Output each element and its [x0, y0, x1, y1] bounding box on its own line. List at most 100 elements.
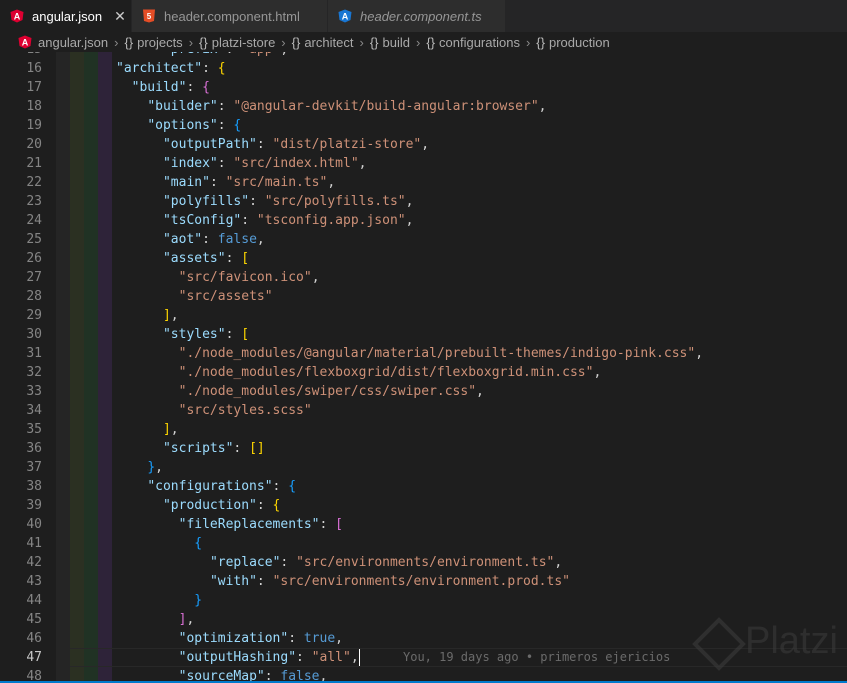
code-editor[interactable]: 15"prefix": "app",16"architect": {17"bui… [0, 52, 847, 681]
code-line[interactable]: 25 "aot": false, [0, 230, 847, 249]
code-line[interactable]: 39 "production": { [0, 496, 847, 515]
tab-header-component-html[interactable]: 5 header.component.html [132, 0, 328, 32]
line-number: 18 [26, 99, 42, 114]
code-line[interactable]: 43 "with": "src/environments/environment.… [0, 572, 847, 591]
tab-angular-json[interactable]: Aangular.json ✕ [0, 0, 132, 32]
code-line[interactable]: 40 "fileReplacements": [ [0, 515, 847, 534]
code-line[interactable]: 30 "styles": [ [0, 325, 847, 344]
line-number: 35 [26, 422, 42, 437]
breadcrumb-item-architect[interactable]: architect [304, 35, 353, 50]
code-token: ] [162, 308, 171, 323]
code-token: : [296, 650, 312, 665]
code-line[interactable]: 17 "build": { [0, 78, 847, 97]
code-text: "prefix": "app", [163, 52, 288, 59]
code-line[interactable]: 26 "assets": [ [0, 249, 847, 268]
code-line[interactable]: 38 "configurations": { [0, 477, 847, 496]
code-text: } [194, 591, 202, 610]
code-token: "assets" [162, 251, 226, 266]
code-token: "polyfills" [162, 194, 250, 209]
code-line[interactable]: 21 "index": "src/index.html", [0, 154, 847, 173]
code-token: "all" [311, 650, 351, 665]
code-token: "fileReplacements" [178, 517, 320, 532]
line-number: 47 [26, 650, 42, 665]
breadcrumb-file[interactable]: angular.json [38, 35, 108, 50]
code-line[interactable]: 42 "replace": "src/environments/environme… [0, 553, 847, 572]
code-text: "outputPath": "dist/platzi-store", [163, 135, 429, 154]
text-cursor [358, 649, 360, 666]
line-number: 48 [26, 669, 42, 681]
code-text: "build": { [132, 78, 210, 97]
code-line[interactable]: 23 "polyfills": "src/polyfills.ts", [0, 192, 847, 211]
chevron-right-icon: › [359, 34, 364, 50]
code-line[interactable]: 20 "outputPath": "dist/platzi-store", [0, 135, 847, 154]
code-token: "app" [241, 52, 280, 57]
code-token: : [202, 61, 218, 76]
code-line[interactable]: 31 "./node_modules/@angular/material/preb… [0, 344, 847, 363]
code-token: true [303, 631, 336, 646]
code-token: : [264, 669, 281, 681]
line-number: 25 [26, 232, 42, 247]
code-line[interactable]: 18 "builder": "@angular-devkit/build-angu… [0, 97, 847, 116]
breadcrumb-item-projects[interactable]: projects [137, 35, 183, 50]
svg-text:A: A [22, 38, 29, 48]
code-token: "tsconfig.app.json" [256, 213, 406, 228]
code-token: : [225, 251, 242, 266]
code-line[interactable]: 36 "scripts": [] [0, 439, 847, 458]
line-number: 32 [26, 365, 42, 380]
code-token: : [217, 118, 234, 133]
line-number: 45 [26, 612, 42, 627]
line-number: 38 [26, 479, 42, 494]
breadcrumb-item-configurations[interactable]: configurations [439, 35, 520, 50]
object-icon: {} [536, 34, 545, 50]
code-token: : [256, 498, 273, 513]
line-number: 46 [26, 631, 42, 646]
code-token: "./node_modules/swiper/css/swiper.css" [178, 384, 477, 399]
tab-label: header.component.ts [360, 8, 482, 24]
code-token: "index" [162, 156, 218, 171]
code-line[interactable]: 32 "./node_modules/flexboxgrid/dist/flexb… [0, 363, 847, 382]
breadcrumb-item-build[interactable]: build [383, 35, 410, 50]
code-token: "src/favicon.ico" [178, 270, 312, 285]
code-token: "prefix" [163, 52, 226, 57]
code-token: } [147, 460, 156, 475]
code-line[interactable]: 19 "options": { [0, 116, 847, 135]
line-number: 36 [26, 441, 42, 456]
close-icon[interactable]: ✕ [114, 8, 126, 25]
line-number: 29 [26, 308, 42, 323]
code-line[interactable]: 29], [0, 306, 847, 325]
code-text: "./node_modules/flexboxgrid/dist/flexbox… [179, 363, 602, 382]
breadcrumb-item-platzi-store[interactable]: platzi-store [212, 35, 276, 50]
code-line[interactable]: 24 "tsConfig": "tsconfig.app.json", [0, 211, 847, 230]
code-line[interactable]: 33 "./node_modules/swiper/css/swiper.css"… [0, 382, 847, 401]
line-number: 16 [26, 61, 42, 76]
code-token: "main" [162, 175, 210, 190]
line-number: 19 [26, 118, 42, 133]
tab-header-component-ts[interactable]: Aheader.component.ts [328, 0, 506, 32]
code-line[interactable]: 44} [0, 591, 847, 610]
code-text: ], [163, 420, 179, 439]
line-number: 37 [26, 460, 42, 475]
line-number: 23 [26, 194, 42, 209]
code-text: "./node_modules/@angular/material/prebui… [179, 344, 703, 363]
code-token: "dist/platzi-store" [272, 137, 422, 152]
code-text: "index": "src/index.html", [163, 154, 367, 173]
code-line[interactable]: 28 "src/assets" [0, 287, 847, 306]
chevron-right-icon: › [114, 34, 119, 50]
breadcrumb-item-production[interactable]: production [549, 35, 610, 50]
code-line[interactable]: 22 "main": "src/main.ts", [0, 173, 847, 192]
code-line[interactable]: 41 { [0, 534, 847, 553]
code-line[interactable]: 35], [0, 420, 847, 439]
chevron-right-icon: › [281, 34, 286, 50]
code-line[interactable]: 37}, [0, 458, 847, 477]
code-text: "main": "src/main.ts", [163, 173, 335, 192]
platzi-watermark: Platzi [745, 620, 838, 662]
code-token: : [225, 327, 242, 342]
code-token: "production" [162, 498, 257, 513]
code-line[interactable]: 15 "prefix": "app", [0, 52, 847, 59]
line-number: 42 [26, 555, 42, 570]
code-line[interactable]: 34 "src/styles.scss" [0, 401, 847, 420]
code-line[interactable]: 16 "architect": { [0, 59, 847, 78]
code-line[interactable]: 27 "src/favicon.ico", [0, 268, 847, 287]
line-number: 31 [26, 346, 42, 361]
line-number: 24 [26, 213, 42, 228]
